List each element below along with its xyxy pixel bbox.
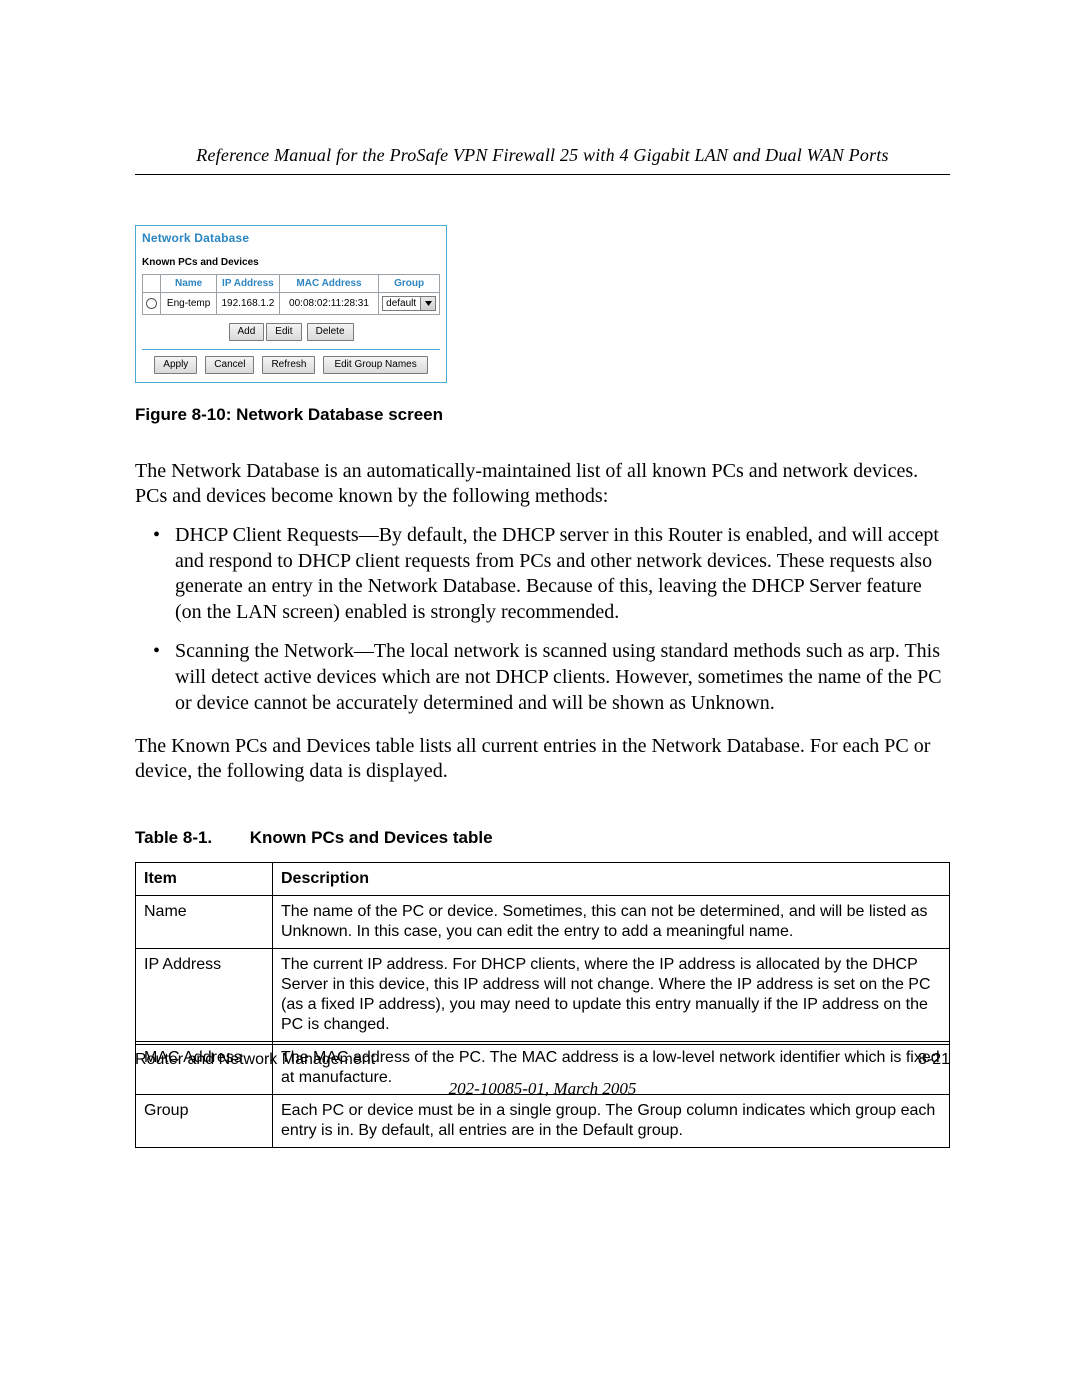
desc-header-item: Item bbox=[136, 863, 273, 896]
table-row: IP Address The current IP address. For D… bbox=[136, 949, 950, 1042]
list-item: DHCP Client Requests—By default, the DHC… bbox=[175, 523, 950, 625]
table-row: Group Each PC or device must be in a sin… bbox=[136, 1095, 950, 1148]
footer-section: Router and Network Management bbox=[135, 1051, 375, 1069]
row-radio-cell[interactable] bbox=[143, 293, 161, 315]
desc-item: IP Address bbox=[136, 949, 273, 1042]
network-database-screenshot: Network Database Known PCs and Devices N… bbox=[135, 225, 447, 383]
footer-page-number: 8-21 bbox=[918, 1051, 950, 1069]
row-group-cell[interactable]: default bbox=[379, 293, 440, 315]
running-header: Reference Manual for the ProSafe VPN Fir… bbox=[135, 145, 950, 166]
desc-item: Group bbox=[136, 1095, 273, 1148]
col-name-header: Name bbox=[161, 275, 217, 293]
chevron-down-icon[interactable] bbox=[420, 297, 435, 310]
desc-text: The current IP address. For DHCP clients… bbox=[273, 949, 950, 1042]
cancel-button[interactable]: Cancel bbox=[205, 356, 254, 374]
desc-item: Name bbox=[136, 896, 273, 949]
panel-divider bbox=[142, 349, 440, 350]
edit-button[interactable]: Edit bbox=[266, 323, 301, 341]
panel-actions: Apply Cancel Refresh Edit Group Names bbox=[136, 356, 446, 382]
footer-rule bbox=[135, 1044, 950, 1045]
row-name: Eng-temp bbox=[161, 293, 217, 315]
table-caption: Table 8-1. Known PCs and Devices table bbox=[135, 828, 950, 848]
delete-button[interactable]: Delete bbox=[307, 323, 354, 341]
list-item: Scanning the Network—The local network i… bbox=[175, 639, 950, 716]
row-mac: 00:08:02:11:28:31 bbox=[279, 293, 378, 315]
row-actions: AddEdit Delete bbox=[136, 319, 446, 347]
group-select-value: default bbox=[383, 297, 420, 310]
page-footer: Router and Network Management 8-21 202-1… bbox=[135, 1044, 950, 1099]
table-row: Name The name of the PC or device. Somet… bbox=[136, 896, 950, 949]
table-caption-title: Known PCs and Devices table bbox=[250, 828, 493, 847]
body-paragraph: The Known PCs and Devices table lists al… bbox=[135, 734, 950, 784]
desc-text: The name of the PC or device. Sometimes,… bbox=[273, 896, 950, 949]
col-select-header bbox=[143, 275, 161, 293]
body-paragraph: The Network Database is an automatically… bbox=[135, 459, 950, 509]
table-row: Eng-temp 192.168.1.2 00:08:02:11:28:31 d… bbox=[143, 293, 440, 315]
group-select[interactable]: default bbox=[382, 296, 436, 311]
edit-group-names-button[interactable]: Edit Group Names bbox=[323, 356, 427, 374]
col-mac-header: MAC Address bbox=[279, 275, 378, 293]
header-rule bbox=[135, 174, 950, 175]
description-table: Item Description Name The name of the PC… bbox=[135, 862, 950, 1148]
table-caption-number: Table 8-1. bbox=[135, 828, 245, 848]
add-button[interactable]: Add bbox=[229, 323, 265, 341]
body-list: DHCP Client Requests—By default, the DHC… bbox=[135, 523, 950, 716]
refresh-button[interactable]: Refresh bbox=[262, 356, 315, 374]
col-ip-header: IP Address bbox=[216, 275, 279, 293]
panel-title: Network Database bbox=[136, 226, 446, 257]
known-pcs-table: Name IP Address MAC Address Group Eng-te… bbox=[142, 274, 440, 315]
figure-caption: Figure 8-10: Network Database screen bbox=[135, 405, 950, 425]
table-header-row: Item Description bbox=[136, 863, 950, 896]
desc-header-desc: Description bbox=[273, 863, 950, 896]
radio-icon[interactable] bbox=[146, 298, 157, 309]
footer-docnum: 202-10085-01, March 2005 bbox=[135, 1079, 950, 1099]
table-header-row: Name IP Address MAC Address Group bbox=[143, 275, 440, 293]
panel-subtitle: Known PCs and Devices bbox=[136, 257, 446, 274]
desc-text: Each PC or device must be in a single gr… bbox=[273, 1095, 950, 1148]
col-group-header: Group bbox=[379, 275, 440, 293]
row-ip: 192.168.1.2 bbox=[216, 293, 279, 315]
apply-button[interactable]: Apply bbox=[154, 356, 197, 374]
